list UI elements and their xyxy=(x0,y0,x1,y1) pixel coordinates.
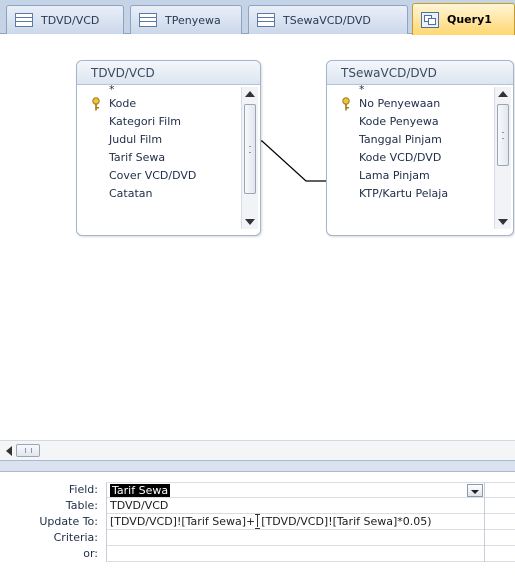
table-box-scrollbar[interactable] xyxy=(494,87,511,229)
table-box-title[interactable]: TDVD/VCD xyxy=(77,61,260,85)
row-label-update-to: Update To: xyxy=(39,515,98,528)
field-all[interactable]: * xyxy=(327,84,513,95)
field-catatan[interactable]: Catatan xyxy=(77,185,260,203)
row-label-field: Field: xyxy=(68,483,98,496)
scroll-thumb[interactable] xyxy=(497,104,509,166)
tab-tsewavcd-dvd[interactable]: TSewaVCD/DVD xyxy=(248,5,408,34)
design-pane-horizontal-scrollbar[interactable] xyxy=(0,440,515,460)
tab-label: TDVD/VCD xyxy=(41,13,100,27)
table-cell[interactable]: TDVD/VCD xyxy=(107,498,484,514)
criteria-cell[interactable] xyxy=(107,530,484,546)
scroll-thumb[interactable] xyxy=(16,444,40,457)
field-kode-penyewa[interactable]: Kode Penyewa xyxy=(327,113,513,131)
empty-cell[interactable] xyxy=(485,482,515,498)
scroll-down-arrow-icon[interactable] xyxy=(245,219,255,225)
scroll-left-arrow-icon[interactable] xyxy=(6,446,12,456)
dropdown-arrow-icon[interactable] xyxy=(467,484,483,497)
grid-column-1[interactable]: Tarif Sewa TDVD/VCD [TDVD/VCD]![Tarif Se… xyxy=(106,482,485,562)
field-lama-pinjam[interactable]: Lama Pinjam xyxy=(327,167,513,185)
field-ktp-kartu-pelajar[interactable]: KTP/Kartu Pelaja xyxy=(327,185,513,203)
table-cell-value: TDVD/VCD xyxy=(110,499,169,512)
primary-key-icon xyxy=(342,97,350,111)
field-kode[interactable]: Kode xyxy=(77,95,260,113)
field-kategori-film[interactable]: Kategori Film xyxy=(77,113,260,131)
update-to-expression-part1: [TDVD/VCD]![Tarif Sewa]+ xyxy=(110,515,256,528)
table-icon xyxy=(15,13,33,27)
empty-cell[interactable] xyxy=(485,498,515,514)
primary-key-icon xyxy=(92,97,100,111)
field-cell[interactable]: Tarif Sewa xyxy=(107,482,484,498)
field-list: * No Penyewaan Kode Penyewa Tanggal Pinj… xyxy=(327,84,513,235)
field-kode-vcd-dvd[interactable]: Kode VCD/DVD xyxy=(327,149,513,167)
table-icon xyxy=(139,13,157,27)
empty-cell[interactable] xyxy=(485,530,515,546)
table-icon xyxy=(257,13,275,27)
scroll-up-arrow-icon[interactable] xyxy=(245,91,255,97)
field-cell-value: Tarif Sewa xyxy=(110,484,171,497)
tab-tdvd-vcd[interactable]: TDVD/VCD xyxy=(6,5,124,34)
tab-tpenyewa[interactable]: TPenyewa xyxy=(130,5,242,34)
tab-label: Query1 xyxy=(447,13,492,26)
tab-query1[interactable]: Query1 xyxy=(412,3,515,35)
update-to-cell[interactable]: [TDVD/VCD]![Tarif Sewa]+ [TDVD/VCD]![Tari… xyxy=(107,514,484,530)
document-tab-strip: TDVD/VCD TPenyewa TSewaVCD/DVD Query1 xyxy=(0,0,515,35)
field-tanggal-pinjam[interactable]: Tanggal Pinjam xyxy=(327,131,513,149)
grid-row-labels: Field: Table: Update To: Criteria: or: xyxy=(0,482,106,562)
query-design-grid: Field: Table: Update To: Criteria: or: T… xyxy=(0,472,515,587)
tab-label: TPenyewa xyxy=(165,13,221,27)
query-design-pane[interactable]: TDVD/VCD * Kode Kategori Film Judul Film… xyxy=(0,35,515,440)
tab-label: TSewaVCD/DVD xyxy=(283,13,371,27)
field-all[interactable]: * xyxy=(77,84,260,95)
field-list: * Kode Kategori Film Judul Film Tarif Se… xyxy=(77,84,260,235)
field-cover-vcd-dvd[interactable]: Cover VCD/DVD xyxy=(77,167,260,185)
scroll-down-arrow-icon[interactable] xyxy=(498,219,508,225)
or-cell[interactable] xyxy=(107,546,484,562)
query-icon xyxy=(421,11,439,28)
empty-cell[interactable] xyxy=(485,514,515,530)
grid-column-2[interactable] xyxy=(485,482,515,562)
empty-cell[interactable] xyxy=(485,546,515,562)
row-label-table: Table: xyxy=(65,499,98,512)
scroll-up-arrow-icon[interactable] xyxy=(498,91,508,97)
text-cursor-icon xyxy=(255,514,261,529)
row-label-criteria: Criteria: xyxy=(53,531,98,544)
scroll-thumb[interactable] xyxy=(244,104,256,194)
field-tarif-sewa[interactable]: Tarif Sewa xyxy=(77,149,260,167)
row-label-or: or: xyxy=(83,547,98,560)
table-box-tsewavcd-dvd[interactable]: TSewaVCD/DVD * No Penyewaan Kode Penyewa… xyxy=(326,60,514,236)
update-to-expression-part2: [TDVD/VCD]![Tarif Sewa]*0.05) xyxy=(261,515,432,528)
table-box-title[interactable]: TSewaVCD/DVD xyxy=(327,61,513,85)
table-box-tdvd-vcd[interactable]: TDVD/VCD * Kode Kategori Film Judul Film… xyxy=(76,60,261,236)
field-no-penyewaan[interactable]: No Penyewaan xyxy=(327,95,513,113)
field-judul-film[interactable]: Judul Film xyxy=(77,131,260,149)
table-box-scrollbar[interactable] xyxy=(241,87,258,229)
pane-splitter[interactable] xyxy=(0,460,515,472)
